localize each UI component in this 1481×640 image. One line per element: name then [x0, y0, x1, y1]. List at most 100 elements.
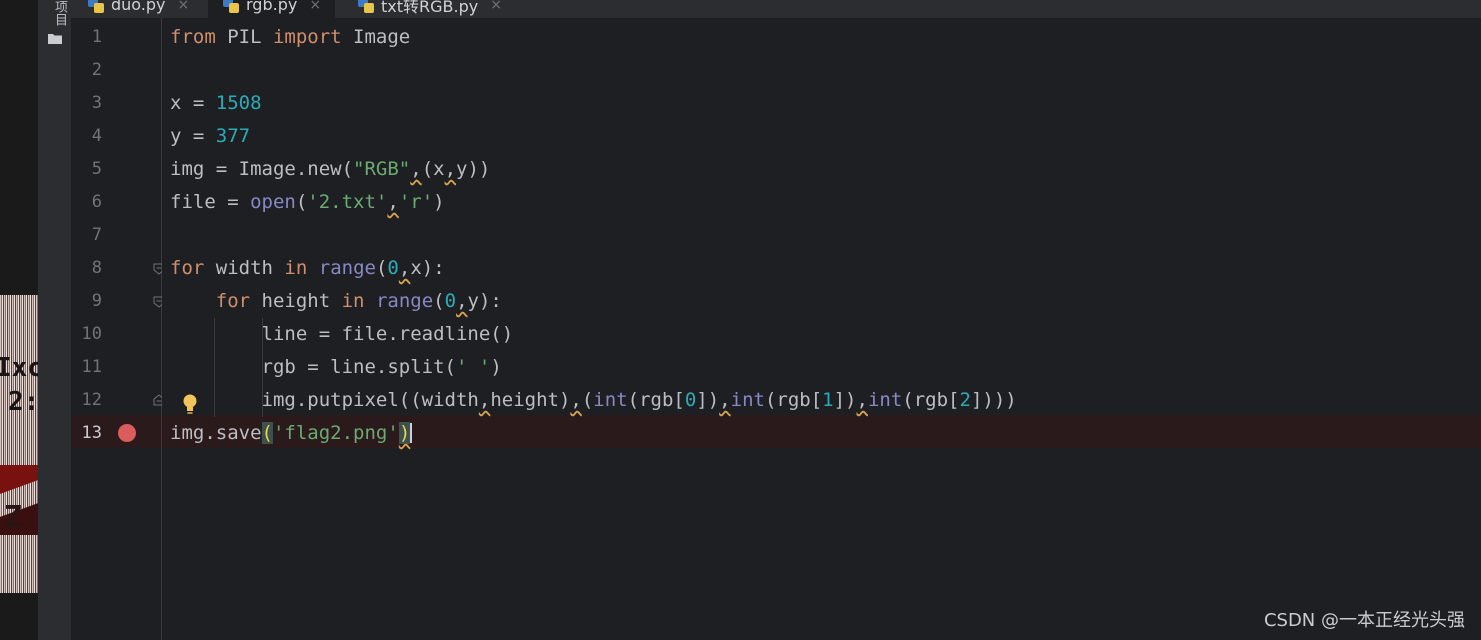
code-text: (x — [421, 158, 445, 180]
builtin-function: open — [250, 191, 296, 213]
number-literal: 0 — [444, 290, 457, 312]
string-literal: 'flag2.png' — [272, 422, 399, 444]
code-text: height — [250, 290, 342, 312]
string-literal: ' ' — [455, 356, 491, 378]
code-line: img.putpixel((width,height),(int(rgb[0])… — [162, 384, 1481, 417]
code-editor[interactable]: from PIL import Image x = 1508 y = 377 i… — [162, 18, 1481, 640]
code-text: ( — [375, 257, 388, 279]
editor-gutter[interactable]: 1 2 3 4 5 6 7 8 9 10 11 12 13 — [71, 18, 165, 640]
code-line: rgb = line.split(' ') — [162, 351, 1481, 384]
line-number: 3 — [91, 93, 102, 113]
line-number: 2 — [91, 60, 102, 80]
number-literal: 1508 — [215, 92, 262, 114]
tab-duo-py[interactable]: duo.py × — [87, 0, 189, 18]
builtin-function: range — [375, 290, 434, 312]
code-line: img = Image.new("RGB",(x,y)) — [162, 153, 1481, 186]
background-image: Ixc 2: Z — [0, 295, 38, 593]
code-text: y = — [170, 125, 216, 147]
line-number: 8 — [91, 258, 102, 278]
builtin-function: int — [867, 389, 903, 411]
code-line: from PIL import Image — [162, 21, 1481, 54]
code-text: , — [856, 389, 868, 411]
builtin-function: int — [593, 389, 628, 411]
python-file-icon — [358, 0, 374, 13]
line-number: 5 — [91, 159, 102, 179]
string-literal: 'r' — [398, 191, 434, 213]
code-text: img = Image.new( — [170, 158, 354, 180]
code-text: , — [456, 290, 468, 312]
number-literal: 1 — [822, 389, 834, 411]
string-literal: '2.txt' — [307, 191, 388, 213]
tab-label: txt转RGB.py — [381, 0, 479, 16]
tab-rgb-py[interactable]: rgb.py × — [208, 0, 336, 18]
code-line: x = 1508 — [162, 87, 1481, 120]
code-text: , — [444, 158, 457, 180]
code-text: x = — [170, 92, 216, 114]
line-number: 13 — [81, 423, 102, 443]
tab-label: rgb.py — [246, 0, 298, 14]
code-line: file = open('2.txt','r') — [162, 186, 1481, 219]
breakpoint-icon[interactable] — [118, 424, 136, 442]
keyword: for — [170, 257, 205, 279]
code-text: , — [398, 257, 411, 279]
code-text: , — [410, 158, 422, 180]
folder-icon[interactable] — [48, 32, 62, 44]
matched-brace: ( — [261, 422, 273, 444]
close-icon[interactable]: × — [490, 0, 502, 13]
code-text: ( — [433, 290, 445, 312]
keyword: import — [272, 26, 342, 48]
line-number: 11 — [81, 357, 102, 377]
code-text: , — [387, 191, 399, 213]
code-text: ]) — [833, 389, 857, 411]
number-literal: 0 — [387, 257, 399, 279]
code-text: rgb = line.split( — [170, 356, 456, 378]
line-number: 6 — [91, 192, 102, 212]
code-text: (rgb[ — [627, 389, 685, 411]
keyword: in — [284, 257, 308, 279]
number-literal: 2 — [959, 389, 971, 411]
builtin-function: range — [318, 257, 376, 279]
code-line: for height in range(0,y): — [162, 285, 1481, 318]
number-literal: 377 — [215, 125, 251, 147]
tab-txt-to-rgb-py[interactable]: txt转RGB.py × — [357, 0, 502, 18]
code-text: x): — [410, 257, 445, 279]
code-text: y): — [467, 290, 502, 312]
code-line: line = file.readline() — [162, 318, 1481, 351]
code-text: , — [478, 389, 491, 411]
line-number: 9 — [91, 291, 102, 311]
code-text: file = — [170, 191, 251, 213]
close-icon[interactable]: × — [178, 0, 190, 13]
tool-window-strip: 项目 — [38, 0, 72, 640]
number-literal: 0 — [684, 389, 697, 411]
code-text: width — [204, 257, 285, 279]
python-file-icon — [88, 0, 104, 13]
code-text: ]))) — [970, 389, 1017, 411]
editor-tab-bar: duo.py × rgb.py × txt转RGB.py × — [71, 0, 1481, 19]
code-text: ) — [433, 191, 445, 213]
code-text: y)) — [456, 158, 491, 180]
code-text: height) — [490, 389, 571, 411]
keyword: in — [341, 290, 365, 312]
line-number: 1 — [91, 27, 102, 47]
close-icon[interactable]: × — [309, 0, 321, 13]
code-text: , — [570, 389, 582, 411]
matched-brace: ) — [398, 422, 411, 444]
code-text: ( — [581, 389, 594, 411]
code-line-current: img.save('flag2.png') — [162, 417, 1481, 450]
code-text: Image — [341, 26, 411, 48]
line-number: 4 — [91, 126, 102, 146]
watermark: CSDN @一本正经光头强 — [1263, 610, 1465, 631]
code-text: ]) — [696, 389, 720, 411]
code-line: y = 377 — [162, 120, 1481, 153]
code-text: , — [719, 389, 731, 411]
line-number: 10 — [81, 324, 102, 344]
keyword: from — [170, 26, 216, 48]
code-text: line = file.readline() — [170, 323, 514, 345]
project-tool-label[interactable]: 项目 — [50, 0, 69, 26]
line-number: 12 — [81, 390, 102, 410]
python-file-icon — [223, 0, 239, 13]
line-number: 7 — [91, 225, 102, 245]
